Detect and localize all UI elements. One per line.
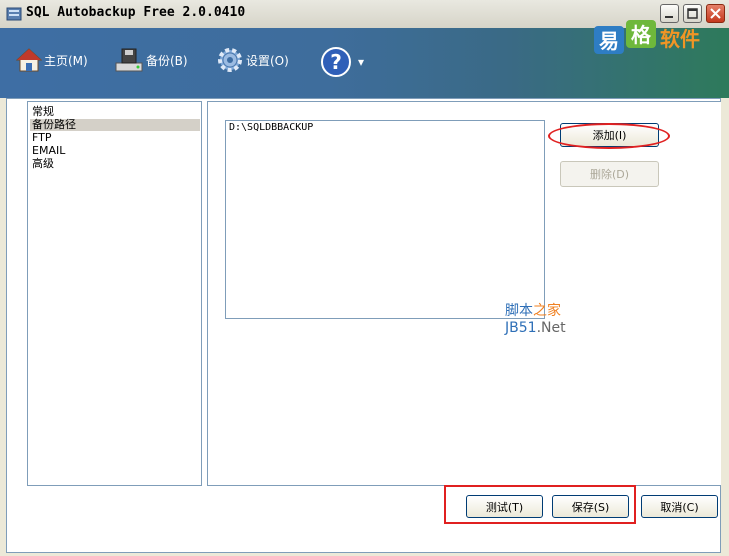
backup-button[interactable]: 备份(B) bbox=[114, 42, 188, 78]
cancel-button[interactable]: 取消(C) bbox=[641, 495, 718, 518]
home-label: 主页(M) bbox=[44, 53, 88, 68]
help-icon: ? bbox=[321, 47, 351, 77]
cancel-button-label: 取消(C) bbox=[660, 500, 699, 514]
remove-button[interactable]: 删除(D) bbox=[560, 161, 659, 187]
backup-icon bbox=[115, 48, 143, 72]
watermark-line-1: 脚本之家 bbox=[505, 303, 561, 319]
add-button-highlight bbox=[548, 123, 670, 149]
gear-icon bbox=[218, 48, 242, 72]
test-button-label: 测试(T) bbox=[485, 500, 524, 514]
nav-item-advanced[interactable]: 高级 bbox=[30, 158, 56, 170]
nav-item-backup-path[interactable]: 备份路径 bbox=[30, 119, 200, 131]
nav-item-general[interactable]: 常规 bbox=[30, 106, 56, 118]
save-button-label: 保存(S) bbox=[571, 500, 610, 514]
help-button[interactable]: ? ▾ bbox=[320, 44, 364, 80]
settings-button[interactable]: 设置(O) bbox=[216, 42, 289, 78]
nav-item-email[interactable]: EMAIL bbox=[30, 145, 67, 157]
backup-path-item[interactable]: D:\SQLDBBACKUP bbox=[229, 122, 313, 133]
app-icon bbox=[6, 7, 22, 21]
home-icon bbox=[16, 48, 42, 72]
svg-text:?: ? bbox=[330, 50, 342, 74]
help-dropdown-icon[interactable]: ▾ bbox=[358, 55, 364, 69]
remove-button-label: 删除(D) bbox=[589, 168, 630, 181]
home-button[interactable]: 主页(M) bbox=[16, 42, 88, 78]
logo-char-1: 易 bbox=[599, 29, 619, 53]
window-title: SQL Autobackup Free 2.0.0410 bbox=[26, 5, 246, 20]
watermark-line-2: JB51.Net bbox=[505, 320, 566, 336]
settings-nav-list[interactable]: 常规 备份路径 FTP EMAIL 高级 bbox=[27, 101, 202, 486]
test-button[interactable]: 测试(T) bbox=[466, 495, 543, 518]
logo-char-2: 格 bbox=[631, 23, 652, 47]
backup-label: 备份(B) bbox=[146, 53, 188, 68]
save-button[interactable]: 保存(S) bbox=[552, 495, 629, 518]
brand-logo: 易 格 软件 bbox=[590, 18, 720, 58]
settings-label: 设置(O) bbox=[246, 53, 289, 68]
backup-path-list[interactable] bbox=[225, 120, 545, 319]
logo-char-3: 软件 bbox=[660, 27, 700, 51]
nav-item-ftp[interactable]: FTP bbox=[30, 132, 54, 144]
